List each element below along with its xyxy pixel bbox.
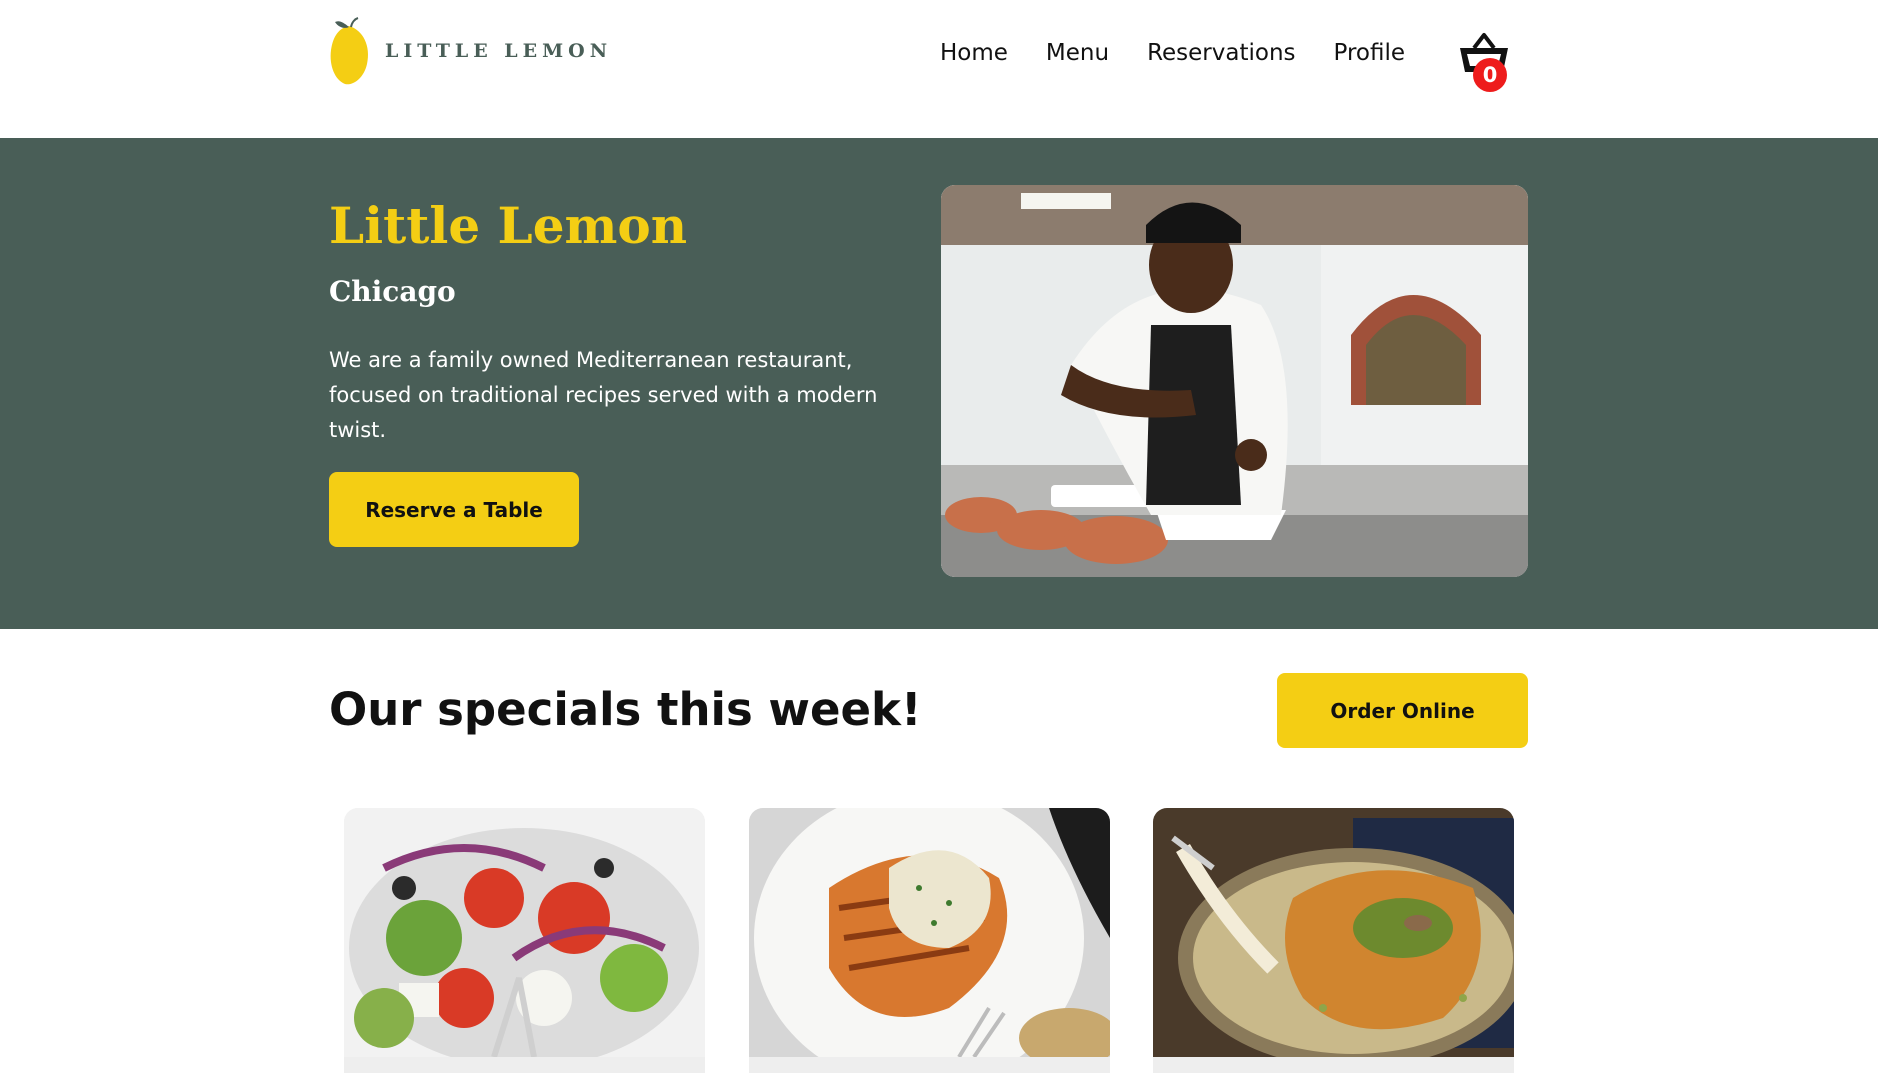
- nav-item-profile[interactable]: Profile: [1334, 40, 1406, 66]
- specials-title: Our specials this week!: [329, 683, 922, 736]
- main-nav: Home Menu Reservations Profile: [940, 40, 1405, 66]
- grilled-salmon-photo: [749, 808, 1110, 1057]
- nav-item-menu[interactable]: Menu: [1046, 40, 1109, 66]
- lemon-logo-icon: [330, 17, 369, 85]
- chef-photo: [941, 185, 1528, 577]
- kunafa-dessert-photo: [1153, 808, 1514, 1057]
- cart-button[interactable]: 0: [1457, 30, 1513, 92]
- cart-count-badge: 0: [1473, 58, 1507, 92]
- hero-description: We are a family owned Mediterranean rest…: [329, 348, 878, 442]
- logo-text: LITTLE LEMON: [385, 40, 613, 62]
- reserve-table-button[interactable]: Reserve a Table: [329, 472, 579, 547]
- special-card-greek-salad[interactable]: [344, 808, 705, 1073]
- logo[interactable]: LITTLE LEMON: [329, 16, 612, 86]
- nav-item-reservations[interactable]: Reservations: [1147, 40, 1295, 66]
- hero-subtitle: Chicago: [329, 275, 456, 308]
- hero-section: Little Lemon Chicago We are a family own…: [0, 138, 1878, 629]
- nav-item-home[interactable]: Home: [940, 40, 1008, 66]
- greek-salad-photo: [344, 808, 705, 1057]
- order-online-button[interactable]: Order Online: [1277, 673, 1528, 748]
- hero-title: Little Lemon: [329, 196, 688, 255]
- site-header: LITTLE LEMON Home Menu Reservations Prof…: [0, 0, 1878, 138]
- special-card-grilled-salmon[interactable]: [749, 808, 1110, 1073]
- special-card-kunafa[interactable]: [1153, 808, 1514, 1073]
